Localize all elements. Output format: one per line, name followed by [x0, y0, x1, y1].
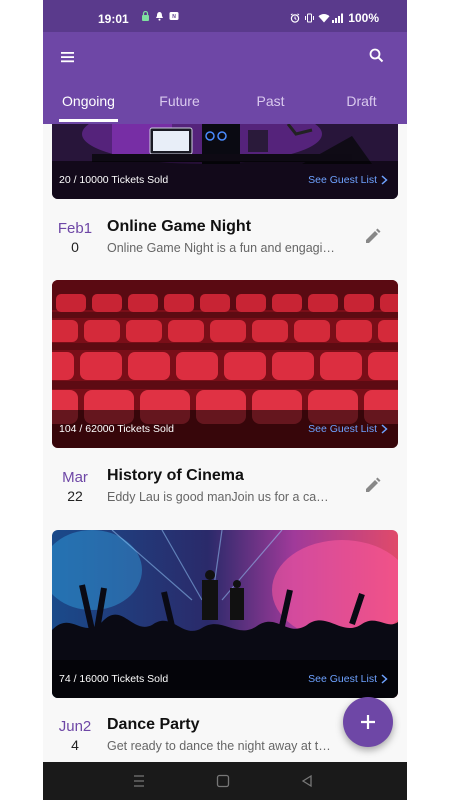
- add-event-button[interactable]: [343, 697, 393, 747]
- event-month: Feb1: [57, 220, 93, 237]
- event-date: Feb1 0: [55, 220, 95, 255]
- tickets-sold: 104 / 62000 Tickets Sold: [59, 423, 174, 435]
- recents-icon[interactable]: [131, 774, 147, 788]
- event-date: Jun2 4: [55, 718, 95, 753]
- status-time: 19:01: [98, 12, 129, 26]
- status-bar: 19:01 N 100%: [43, 0, 407, 32]
- see-guest-list-link[interactable]: See Guest List: [308, 174, 388, 186]
- event-tabs: Ongoing Future Past Draft: [43, 88, 407, 124]
- tab-draft[interactable]: Draft: [316, 88, 407, 124]
- secure-icon: [141, 11, 150, 21]
- card-footer: 74 / 16000 Tickets Sold See Guest List: [52, 660, 398, 698]
- event-description: Eddy Lau is good manJoin us for a capt..…: [107, 490, 335, 504]
- nfc-icon: N: [169, 11, 179, 21]
- plus-icon: [361, 715, 375, 729]
- wifi-icon: [318, 13, 330, 23]
- see-guest-list-link[interactable]: See Guest List: [308, 673, 388, 685]
- menu-icon[interactable]: [59, 48, 79, 66]
- signal-icon: [332, 13, 344, 23]
- event-title: Online Game Night: [107, 218, 252, 235]
- event-row[interactable]: Mar 22 History of Cinema Eddy Lau is goo…: [43, 457, 407, 517]
- system-nav-bar: [43, 762, 407, 800]
- guest-link-label: See Guest List: [308, 423, 377, 435]
- guest-link-label: See Guest List: [308, 673, 377, 685]
- svg-text:N: N: [172, 14, 176, 20]
- event-row[interactable]: Feb1 0 Online Game Night Online Game Nig…: [43, 208, 407, 268]
- edit-icon[interactable]: [363, 475, 383, 495]
- event-title: Dance Party: [107, 716, 200, 733]
- event-card-image[interactable]: 74 / 16000 Tickets Sold See Guest List: [52, 530, 398, 698]
- app-bar: Ongoing Future Past Draft: [43, 32, 407, 124]
- vibrate-icon: [304, 13, 315, 23]
- card-footer: 104 / 62000 Tickets Sold See Guest List: [52, 410, 398, 448]
- edit-icon[interactable]: [363, 226, 383, 246]
- chevron-right-icon: [381, 175, 388, 185]
- see-guest-list-link[interactable]: See Guest List: [308, 423, 388, 435]
- guest-link-label: See Guest List: [308, 174, 377, 186]
- tab-past[interactable]: Past: [225, 88, 316, 124]
- event-description: Online Game Night is a fun and engagin..…: [107, 241, 335, 255]
- battery-level: 100%: [348, 11, 379, 25]
- status-left-icons: N: [141, 11, 179, 21]
- event-title: History of Cinema: [107, 467, 244, 484]
- event-month: Mar: [62, 469, 88, 486]
- event-description: Get ready to dance the night away at th.…: [107, 739, 335, 753]
- event-date: Mar 22: [55, 469, 95, 504]
- tab-ongoing[interactable]: Ongoing: [43, 88, 134, 124]
- tickets-sold: 74 / 16000 Tickets Sold: [59, 673, 169, 685]
- chevron-right-icon: [381, 424, 388, 434]
- back-icon[interactable]: [299, 774, 315, 788]
- event-day: 0: [71, 239, 79, 255]
- card-footer: 20 / 10000 Tickets Sold See Guest List: [52, 161, 398, 199]
- tickets-sold: 20 / 10000 Tickets Sold: [59, 174, 169, 186]
- event-card-image[interactable]: 20 / 10000 Tickets Sold See Guest List: [52, 124, 398, 199]
- home-icon[interactable]: [215, 774, 231, 788]
- alarm-icon: [290, 13, 300, 23]
- phone-screen: 19:01 N 100% Ongoing Future Past Draft 2…: [43, 0, 407, 800]
- event-card-image[interactable]: 104 / 62000 Tickets Sold See Guest List: [52, 280, 398, 448]
- event-list[interactable]: 20 / 10000 Tickets Sold See Guest List F…: [43, 124, 407, 762]
- event-month: Jun2: [58, 718, 92, 735]
- chevron-right-icon: [381, 674, 388, 684]
- event-day: 22: [67, 488, 83, 504]
- tab-future[interactable]: Future: [134, 88, 225, 124]
- search-icon[interactable]: [367, 46, 387, 66]
- event-day: 4: [71, 737, 79, 753]
- status-right-icons: 100%: [290, 11, 379, 25]
- notification-bell-icon: [155, 11, 164, 21]
